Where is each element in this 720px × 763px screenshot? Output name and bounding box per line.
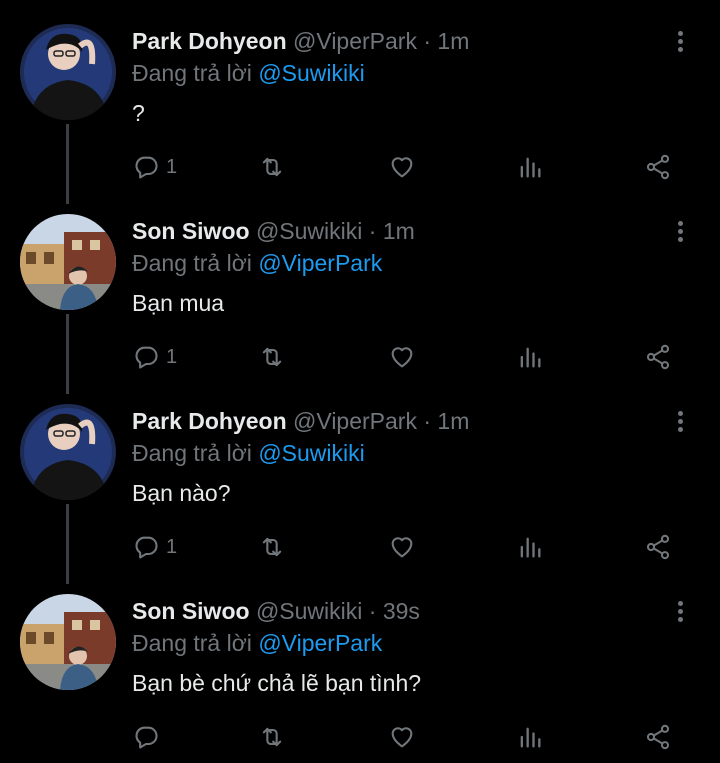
- avatar[interactable]: [20, 594, 116, 690]
- reply-mention[interactable]: @Suwikiki: [258, 440, 364, 466]
- avatar-dohyeon-image: [20, 404, 116, 500]
- retweet-icon: [262, 537, 282, 557]
- tweet-text: Bạn bè chứ chả lẽ bạn tình?: [132, 670, 422, 696]
- retweet-icon: [262, 157, 282, 177]
- tweet-header: Park Dohyeon @ViperPark · 1m: [132, 28, 469, 55]
- replying-to: Đang trả lời @Suwikiki: [132, 440, 365, 467]
- views-button[interactable]: [516, 150, 544, 184]
- reply-mention[interactable]: @Suwikiki: [258, 60, 364, 86]
- reply-prefix: Đang trả lời: [132, 630, 252, 656]
- action-bar: 1: [132, 150, 692, 184]
- replying-to: Đang trả lời @ViperPark: [132, 630, 382, 657]
- like-icon: [391, 347, 413, 368]
- separator-dot: ·: [423, 28, 432, 54]
- tweet[interactable]: Son Siwoo @Suwikiki · 1m Đang trả lời @V…: [0, 190, 720, 380]
- reply-prefix: Đang trả lời: [132, 440, 252, 466]
- retweet-button[interactable]: [258, 530, 286, 564]
- views-icon: [520, 727, 541, 748]
- replying-to: Đang trả lời @ViperPark: [132, 250, 382, 277]
- avatar-siwoo-image: [20, 214, 116, 310]
- views-icon: [520, 537, 541, 558]
- tweet-text: Bạn nào?: [132, 480, 231, 506]
- tweet[interactable]: Son Siwoo @Suwikiki · 39s Đang trả lời @…: [0, 570, 720, 760]
- replying-to: Đang trả lời @Suwikiki: [132, 60, 365, 87]
- retweet-button[interactable]: [258, 150, 286, 184]
- share-button[interactable]: [644, 720, 672, 754]
- share-icon: [646, 534, 670, 560]
- author-handle[interactable]: @Suwikiki: [256, 218, 362, 244]
- author-handle[interactable]: @ViperPark: [293, 408, 417, 434]
- like-icon: [391, 727, 413, 748]
- views-button[interactable]: [516, 340, 544, 374]
- author-name[interactable]: Park Dohyeon: [132, 408, 287, 434]
- reply-count: 1: [166, 345, 178, 368]
- tweet[interactable]: Park Dohyeon @ViperPark · 1m Đang trả lờ…: [0, 0, 720, 190]
- separator-dot: ·: [368, 218, 377, 244]
- more-icon[interactable]: [668, 598, 692, 628]
- separator-dot: ·: [368, 598, 377, 624]
- share-icon: [646, 344, 670, 370]
- tweet-text: Bạn mua: [132, 290, 225, 316]
- share-icon: [646, 154, 670, 180]
- reply-mention[interactable]: @ViperPark: [258, 630, 382, 656]
- retweet-button[interactable]: [258, 720, 286, 754]
- reply-button[interactable]: 1: [132, 340, 177, 374]
- author-name[interactable]: Park Dohyeon: [132, 28, 287, 54]
- reply-icon: [135, 156, 158, 179]
- avatar[interactable]: [20, 214, 116, 310]
- share-button[interactable]: [644, 340, 672, 374]
- reply-count: 1: [166, 155, 178, 178]
- views-button[interactable]: [516, 720, 544, 754]
- author-name[interactable]: Son Siwoo: [132, 218, 250, 244]
- more-icon[interactable]: [668, 28, 692, 58]
- timestamp[interactable]: 1m: [437, 28, 469, 54]
- separator-dot: ·: [423, 408, 432, 434]
- author-handle[interactable]: @ViperPark: [293, 28, 417, 54]
- reply-mention[interactable]: @ViperPark: [258, 250, 382, 276]
- author-name[interactable]: Son Siwoo: [132, 598, 250, 624]
- like-icon: [391, 537, 413, 558]
- views-icon: [520, 347, 541, 368]
- reply-icon: [135, 536, 158, 559]
- avatar-dohyeon-image: [20, 24, 116, 120]
- like-button[interactable]: [388, 340, 416, 374]
- action-bar: [132, 720, 692, 754]
- tweet-header: Son Siwoo @Suwikiki · 1m: [132, 218, 415, 245]
- like-button[interactable]: [388, 720, 416, 754]
- reply-button[interactable]: [132, 720, 166, 754]
- reply-prefix: Đang trả lời: [132, 250, 252, 276]
- reply-prefix: Đang trả lời: [132, 60, 252, 86]
- share-button[interactable]: [644, 530, 672, 564]
- reply-button[interactable]: 1: [132, 530, 177, 564]
- avatar-siwoo-image: [20, 594, 116, 690]
- tweet-header: Park Dohyeon @ViperPark · 1m: [132, 408, 469, 435]
- author-handle[interactable]: @Suwikiki: [256, 598, 362, 624]
- avatar[interactable]: [20, 24, 116, 120]
- action-bar: 1: [132, 530, 692, 564]
- action-bar: 1: [132, 340, 692, 374]
- reply-count: 1: [166, 535, 178, 558]
- reply-icon: [135, 726, 158, 749]
- views-icon: [520, 157, 541, 178]
- reply-icon: [135, 346, 158, 369]
- share-icon: [646, 724, 670, 750]
- tweet-header: Son Siwoo @Suwikiki · 39s: [132, 598, 420, 625]
- timestamp[interactable]: 39s: [383, 598, 420, 624]
- avatar[interactable]: [20, 404, 116, 500]
- like-button[interactable]: [388, 150, 416, 184]
- like-icon: [391, 157, 413, 178]
- share-button[interactable]: [644, 150, 672, 184]
- more-icon[interactable]: [668, 408, 692, 438]
- like-button[interactable]: [388, 530, 416, 564]
- views-button[interactable]: [516, 530, 544, 564]
- retweet-icon: [262, 727, 282, 747]
- retweet-button[interactable]: [258, 340, 286, 374]
- timestamp[interactable]: 1m: [437, 408, 469, 434]
- tweet[interactable]: Park Dohyeon @ViperPark · 1m Đang trả lờ…: [0, 380, 720, 570]
- timestamp[interactable]: 1m: [383, 218, 415, 244]
- retweet-icon: [262, 347, 282, 367]
- reply-button[interactable]: 1: [132, 150, 177, 184]
- more-icon[interactable]: [668, 218, 692, 248]
- tweet-text: ?: [132, 100, 145, 126]
